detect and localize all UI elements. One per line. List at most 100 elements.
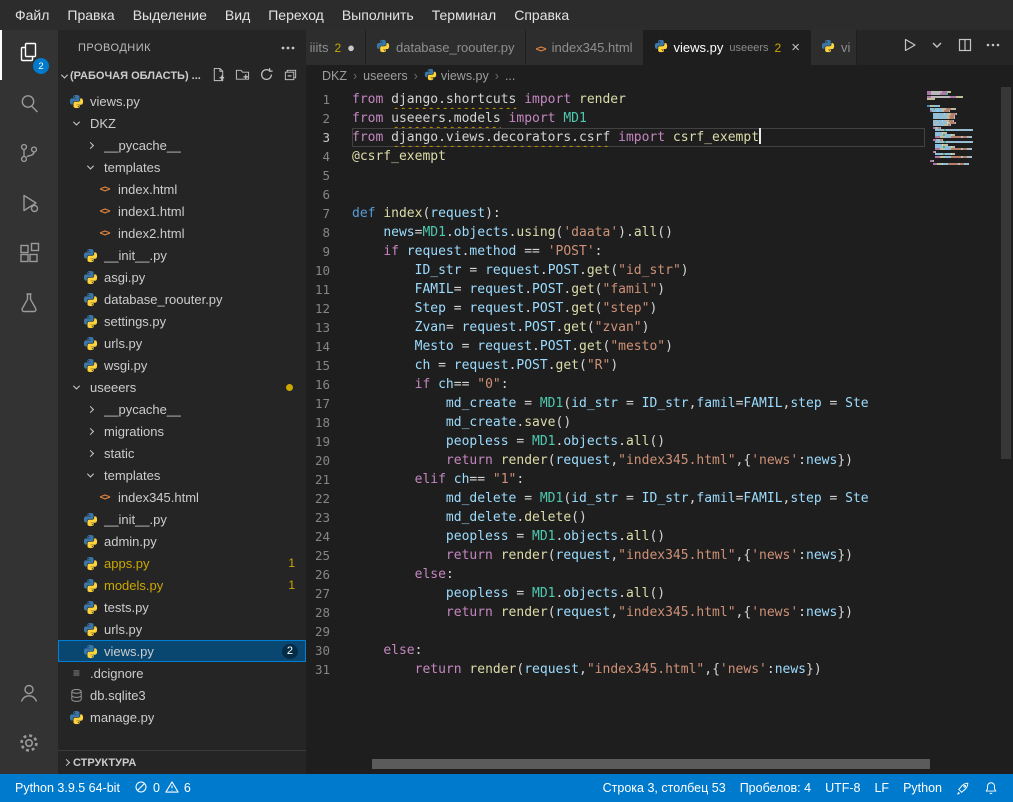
tree-item-apps-py[interactable]: apps.py1 <box>58 552 306 574</box>
menu-terminal[interactable]: Терминал <box>423 0 505 30</box>
code-line-content: Zvan= request.POST.get("zvan") <box>352 318 925 337</box>
breadcrumb-dkz[interactable]: DKZ <box>322 69 347 83</box>
tree-item-init-py[interactable]: __init__.py <box>58 508 306 530</box>
line-number: 10 <box>306 261 352 280</box>
python-version[interactable]: Python 3.9.5 64-bit <box>8 774 127 802</box>
tree-item-index-html[interactable]: <>index.html <box>58 178 306 200</box>
tree-item-urls-py[interactable]: urls.py <box>58 332 306 354</box>
tree-item-pycache[interactable]: __pycache__ <box>58 134 306 156</box>
tree-item-models-py[interactable]: models.py1 <box>58 574 306 596</box>
tree-item-index1-html[interactable]: <>index1.html <box>58 200 306 222</box>
run-button[interactable] <box>901 37 917 58</box>
tree-item-dkz[interactable]: DKZ <box>58 112 306 134</box>
more-actions-icon[interactable] <box>985 37 1001 58</box>
activity-extensions[interactable] <box>0 230 58 280</box>
tab-index345-html[interactable]: <>index345.html <box>526 30 644 65</box>
tree-item-db-sqlite3[interactable]: db.sqlite3 <box>58 684 306 706</box>
tree-item-static[interactable]: static <box>58 442 306 464</box>
tree-item-settings-py[interactable]: settings.py <box>58 310 306 332</box>
vscode-window: ФайлПравкаВыделениеВидПереходВыполнитьТе… <box>0 0 1013 802</box>
tree-item-useeers[interactable]: useeers <box>58 376 306 398</box>
menu-help[interactable]: Справка <box>505 0 578 30</box>
close-icon[interactable]: × <box>791 40 800 55</box>
tree-item-views-py[interactable]: views.py <box>58 90 306 112</box>
breadcrumb-views-py[interactable]: views.py <box>424 68 489 84</box>
menu-view[interactable]: Вид <box>216 0 259 30</box>
breadcrumb-useeers[interactable]: useeers <box>363 69 407 83</box>
activity-testing[interactable] <box>0 280 58 330</box>
tree-item-pycache[interactable]: __pycache__ <box>58 398 306 420</box>
tree-item-migrations[interactable]: migrations <box>58 420 306 442</box>
problems-status[interactable]: 0 6 <box>127 774 198 802</box>
tree-item-admin-py[interactable]: admin.py <box>58 530 306 552</box>
menu-file[interactable]: Файл <box>6 0 58 30</box>
breadcrumb-label: ... <box>505 69 515 83</box>
file-tree: views.pyDKZ__pycache__templates<>index.h… <box>58 87 306 750</box>
tree-item-label: .dcignore <box>90 666 143 681</box>
tab-database-roouter-py[interactable]: database_roouter.py <box>366 30 526 65</box>
tab-vi[interactable]: vi <box>811 30 857 65</box>
menu-run[interactable]: Выполнить <box>333 0 423 30</box>
minimap[interactable] <box>927 91 999 165</box>
code-line-content: Mesto = request.POST.get("mesto") <box>352 337 925 356</box>
menu-selection[interactable]: Выделение <box>124 0 216 30</box>
outline-section-header[interactable]: СТРУКТУРА <box>58 750 306 774</box>
tree-item-dcignore[interactable]: ≡.dcignore <box>58 662 306 684</box>
new-file-icon[interactable] <box>211 67 226 85</box>
tree-item-views-py[interactable]: views.py2 <box>58 640 306 662</box>
line-number: 30 <box>306 641 352 660</box>
explorer-more-actions-icon[interactable] <box>280 40 296 56</box>
tree-item-init-py[interactable]: __init__.py <box>58 244 306 266</box>
tree-item-wsgi-py[interactable]: wsgi.py <box>58 354 306 376</box>
notifications-bell-icon[interactable] <box>977 781 1005 795</box>
rocket-icon[interactable] <box>949 781 977 795</box>
code-line-content: from django.shortcuts import render <box>352 90 925 109</box>
indentation[interactable]: Пробелов: 4 <box>733 781 818 795</box>
tree-item-urls-py[interactable]: urls.py <box>58 618 306 640</box>
language-mode[interactable]: Python <box>896 781 949 795</box>
tree-item-manage-py[interactable]: manage.py <box>58 706 306 728</box>
line-number: 23 <box>306 508 352 527</box>
activity-search[interactable] <box>0 80 58 130</box>
tree-item-label: manage.py <box>90 710 154 725</box>
activity-run-debug[interactable] <box>0 180 58 230</box>
chevron-down-icon <box>82 165 99 170</box>
tree-item-templates[interactable]: templates <box>58 156 306 178</box>
vertical-scrollbar-thumb[interactable] <box>1001 87 1011 459</box>
horizontal-scrollbar-thumb[interactable] <box>372 759 930 769</box>
split-editor-icon[interactable] <box>957 37 973 58</box>
refresh-icon[interactable] <box>259 67 274 85</box>
tree-item-templates[interactable]: templates <box>58 464 306 486</box>
code-line-content: md_delete.delete() <box>352 508 925 527</box>
workspace-section-header[interactable]: (РАБОЧАЯ ОБЛАСТЬ) ... <box>58 65 306 87</box>
line-column[interactable]: Строка 3, столбец 53 <box>596 781 733 795</box>
tree-item-asgi-py[interactable]: asgi.py <box>58 266 306 288</box>
tab-views-py[interactable]: views.pyuseeers2× <box>644 30 811 65</box>
tab-iiits[interactable]: iiits2● <box>306 30 366 65</box>
activity-account[interactable] <box>0 670 58 720</box>
tree-item-database-roouter-py[interactable]: database_roouter.py <box>58 288 306 310</box>
collapse-all-icon[interactable] <box>283 67 298 85</box>
code-line-13: 13 Zvan= request.POST.get("zvan") <box>306 318 1013 337</box>
new-folder-icon[interactable] <box>235 67 250 85</box>
py-file-icon <box>82 270 99 285</box>
breadcrumb-item[interactable]: ... <box>505 69 515 83</box>
code-line-content: elif ch== "1": <box>352 470 925 489</box>
menu-edit[interactable]: Правка <box>58 0 123 30</box>
tree-item-index345-html[interactable]: <>index345.html <box>58 486 306 508</box>
tree-item-tests-py[interactable]: tests.py <box>58 596 306 618</box>
activity-source-control[interactable] <box>0 130 58 180</box>
tree-item-index2-html[interactable]: <>index2.html <box>58 222 306 244</box>
eol[interactable]: LF <box>867 781 896 795</box>
activity-settings[interactable] <box>0 720 58 770</box>
chevron-right-icon <box>82 143 99 148</box>
run-chevron-down-icon[interactable] <box>929 37 945 58</box>
line-number: 4 <box>306 147 352 166</box>
encoding[interactable]: UTF-8 <box>818 781 867 795</box>
code-editor[interactable]: 1from django.shortcuts import render2fro… <box>306 87 1013 774</box>
py-file-icon <box>82 556 99 571</box>
code-line-14: 14 Mesto = request.POST.get("mesto") <box>306 337 1013 356</box>
activity-explorer[interactable]: 2 <box>0 30 58 80</box>
menu-go[interactable]: Переход <box>259 0 333 30</box>
line-number: 31 <box>306 660 352 679</box>
